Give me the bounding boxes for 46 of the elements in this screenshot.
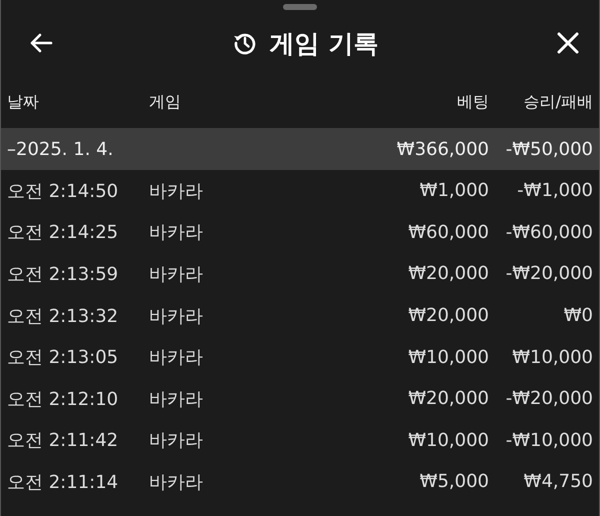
column-header: 게임 xyxy=(149,92,182,112)
column-header: 승리/패배 xyxy=(522,92,593,112)
result-total: -₩50,000 xyxy=(504,138,593,160)
time-cell-text: 오전 2:13:05 xyxy=(7,346,120,370)
time-cell-text: 오전 2:11:42 xyxy=(7,429,120,452)
game-cell-text: 바카라 xyxy=(149,304,204,328)
game-cell-text: 바카라 xyxy=(149,262,204,286)
game-cell-text: 바카라 xyxy=(149,470,204,494)
bet-cell-text: ₩20,000 xyxy=(407,388,489,410)
bet-cell-text: ₩20,000 xyxy=(407,305,489,326)
result-cell-text: -₩20,000 xyxy=(504,388,593,410)
date-group-row[interactable]: –2025. 1. 4. ₩366,000 -₩50,000 xyxy=(1,128,599,170)
game-cell-text: 바카라 xyxy=(149,346,204,370)
result-cell-text: -₩20,000 xyxy=(504,263,593,284)
bet-cell-text: ₩10,000 xyxy=(407,430,489,451)
bet-total: ₩366,000 xyxy=(396,138,489,160)
close-button[interactable] xyxy=(557,32,579,54)
column-header: 베팅 xyxy=(456,92,489,112)
column-header: 날짜 xyxy=(7,92,40,112)
time-cell-text: 오전 2:14:25 xyxy=(7,221,120,244)
game-cell-text: 바카라 xyxy=(149,388,204,411)
time-cell-text: 오전 2:11:14 xyxy=(7,470,120,494)
time-cell-text: 오전 2:14:50 xyxy=(7,180,120,203)
time-cell-text: 오전 2:12:10 xyxy=(7,388,120,411)
bet-cell-text: ₩20,000 xyxy=(407,263,489,284)
bet-cell-text: ₩5,000 xyxy=(418,471,489,492)
bet-cell-text: ₩10,000 xyxy=(407,346,489,368)
time-cell-text: 오전 2:13:59 xyxy=(7,262,120,286)
result-cell-text: -₩10,000 xyxy=(504,430,593,451)
result-cell-text: ₩0 xyxy=(562,305,593,326)
result-cell-text: ₩10,000 xyxy=(511,346,593,368)
result-cell-text: ₩4,750 xyxy=(522,471,593,492)
game-cell-text: 바카라 xyxy=(149,429,204,452)
drag-handle[interactable] xyxy=(283,4,317,10)
bet-cell-text: ₩60,000 xyxy=(407,222,489,243)
result-cell-text: -₩1,000 xyxy=(516,180,593,202)
game-cell-text: 바카라 xyxy=(149,221,204,244)
back-button[interactable] xyxy=(29,33,53,53)
back-arrow-icon xyxy=(29,33,53,53)
close-icon xyxy=(557,32,579,54)
game-cell-text: 바카라 xyxy=(149,180,204,203)
time-cell-text: 오전 2:13:32 xyxy=(7,304,120,328)
bet-cell-text: ₩1,000 xyxy=(418,180,489,202)
window-title: 게임 기록 xyxy=(270,28,378,60)
group-date: –2025. 1. 4. xyxy=(7,138,114,160)
result-cell-text: -₩60,000 xyxy=(504,222,593,243)
